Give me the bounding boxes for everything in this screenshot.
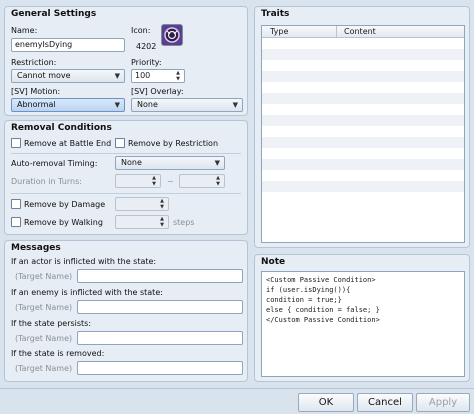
- table-row[interactable]: [262, 159, 464, 170]
- table-row[interactable]: [262, 71, 464, 82]
- icon-index: 4202: [136, 42, 157, 51]
- removed-message-input[interactable]: [77, 361, 243, 375]
- auto-removal-timing-select[interactable]: None ▼: [115, 156, 225, 170]
- spinner-arrows-icon[interactable]: ▲ ▼: [158, 198, 166, 210]
- duration-max-spinner[interactable]: ▲ ▼: [179, 174, 225, 188]
- name-label: Name:: [11, 26, 38, 35]
- table-row[interactable]: [262, 170, 464, 181]
- sv-motion-value: Abnormal: [17, 100, 56, 109]
- actor-message-label: If an actor is inflicted with the state:: [11, 257, 157, 266]
- remove-restriction-label[interactable]: Remove by Restriction: [128, 139, 218, 148]
- traits-table-header: Type Content: [262, 26, 464, 38]
- messages-title: Messages: [11, 243, 61, 253]
- sv-overlay-value: None: [137, 100, 158, 109]
- remove-battle-end-checkbox[interactable]: [11, 138, 21, 148]
- duration-min-spinner[interactable]: ▲ ▼: [115, 174, 161, 188]
- restriction-select[interactable]: Cannot move ▼: [11, 69, 125, 83]
- divider: [11, 193, 241, 194]
- traits-col-content[interactable]: Content: [344, 26, 376, 37]
- note-panel: Note <Custom Passive Condition> if (user…: [254, 254, 470, 382]
- persist-message-input[interactable]: [77, 331, 243, 345]
- removed-message-label: If the state is removed:: [11, 349, 105, 358]
- spinner-arrows-icon[interactable]: ▲ ▼: [158, 216, 166, 228]
- duration-separator: ~: [167, 177, 174, 186]
- priority-label: Priority:: [131, 58, 162, 67]
- messages-panel: Messages If an actor is inflicted with t…: [4, 240, 248, 382]
- state-icon: [164, 27, 180, 43]
- restriction-value: Cannot move: [17, 71, 71, 80]
- chevron-down-icon: ▼: [232, 101, 238, 109]
- persist-message-label: If the state persists:: [11, 319, 92, 328]
- table-row[interactable]: [262, 82, 464, 93]
- state-icon-picker[interactable]: [161, 24, 183, 46]
- auto-removal-timing-value: None: [121, 158, 142, 167]
- table-row[interactable]: [262, 49, 464, 60]
- traits-table[interactable]: Type Content: [261, 25, 465, 243]
- table-row[interactable]: [262, 104, 464, 115]
- table-row[interactable]: [262, 38, 464, 49]
- apply-button[interactable]: Apply: [416, 393, 470, 412]
- general-settings-panel: General Settings Name: enemyIsDying Icon…: [4, 6, 248, 116]
- ok-button[interactable]: OK: [298, 393, 354, 412]
- chevron-down-icon: ▼: [114, 101, 120, 109]
- restriction-label: Restriction:: [11, 58, 57, 67]
- table-row[interactable]: [262, 115, 464, 126]
- removal-conditions-panel: Removal Conditions Remove at Battle End …: [4, 120, 248, 235]
- traits-title: Traits: [261, 9, 290, 19]
- table-row[interactable]: [262, 126, 464, 137]
- icon-label: Icon:: [131, 26, 151, 35]
- table-row[interactable]: [262, 60, 464, 71]
- cancel-button[interactable]: Cancel: [357, 393, 413, 412]
- note-title: Note: [261, 257, 286, 267]
- enemy-message-input[interactable]: [77, 300, 243, 314]
- persist-target-label: (Target Name): [15, 334, 73, 343]
- chevron-down-icon: ▼: [114, 72, 120, 80]
- actor-target-label: (Target Name): [15, 272, 73, 281]
- footer-divider: [0, 388, 474, 389]
- sv-overlay-select[interactable]: None ▼: [131, 98, 243, 112]
- spinner-arrows-icon[interactable]: ▲ ▼: [174, 70, 182, 82]
- walking-steps-spinner[interactable]: ▲ ▼: [115, 215, 169, 229]
- sv-motion-label: [SV] Motion:: [11, 87, 61, 96]
- enemy-message-label: If an enemy is inflicted with the state:: [11, 288, 163, 297]
- remove-battle-end-label[interactable]: Remove at Battle End: [24, 139, 111, 148]
- remove-walking-checkbox[interactable]: [11, 217, 21, 227]
- table-row[interactable]: [262, 148, 464, 159]
- sv-overlay-label: [SV] Overlay:: [131, 87, 184, 96]
- removal-conditions-title: Removal Conditions: [11, 123, 112, 133]
- priority-value: 100: [135, 71, 151, 80]
- duration-label: Duration in Turns:: [11, 177, 82, 186]
- table-row[interactable]: [262, 93, 464, 104]
- traits-panel: Traits Type Content: [254, 6, 470, 248]
- removed-target-label: (Target Name): [15, 364, 73, 373]
- note-textarea[interactable]: <Custom Passive Condition> if (user.isDy…: [261, 271, 465, 377]
- auto-removal-timing-label: Auto-removal Timing:: [11, 159, 98, 168]
- remove-walking-label[interactable]: Remove by Walking: [24, 218, 103, 227]
- general-settings-title: General Settings: [11, 9, 97, 19]
- divider: [11, 153, 241, 154]
- steps-label: steps: [173, 218, 195, 227]
- traits-rows: [262, 38, 464, 242]
- name-input[interactable]: enemyIsDying: [11, 38, 125, 52]
- spinner-arrows-icon[interactable]: ▲ ▼: [214, 175, 222, 187]
- remove-damage-label[interactable]: Remove by Damage: [24, 200, 105, 209]
- remove-restriction-checkbox[interactable]: [115, 138, 125, 148]
- column-divider: [336, 26, 337, 38]
- remove-damage-checkbox[interactable]: [11, 199, 21, 209]
- table-row[interactable]: [262, 181, 464, 192]
- sv-motion-select[interactable]: Abnormal ▼: [11, 98, 125, 112]
- enemy-target-label: (Target Name): [15, 303, 73, 312]
- traits-col-type[interactable]: Type: [270, 26, 288, 37]
- chevron-down-icon: ▼: [214, 159, 220, 167]
- table-row[interactable]: [262, 137, 464, 148]
- priority-spinner[interactable]: 100 ▲ ▼: [131, 69, 185, 83]
- actor-message-input[interactable]: [77, 269, 243, 283]
- spinner-arrows-icon[interactable]: ▲ ▼: [150, 175, 158, 187]
- damage-percent-spinner[interactable]: ▲ ▼: [115, 197, 169, 211]
